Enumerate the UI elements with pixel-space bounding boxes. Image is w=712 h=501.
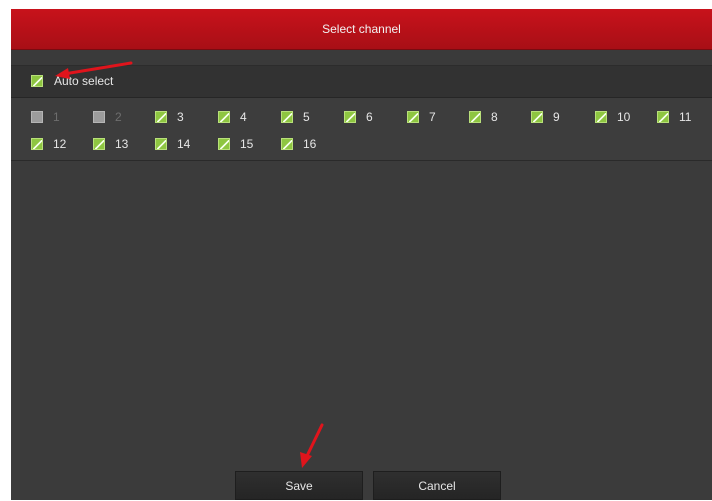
channel-11-checkbox[interactable] (657, 111, 669, 123)
channel-7-checkbox[interactable] (407, 111, 419, 123)
channel-9-label: 9 (553, 110, 560, 124)
channel-12-checkbox[interactable] (31, 138, 43, 150)
channel-5[interactable]: 5 (281, 109, 310, 125)
channel-6-label: 6 (366, 110, 373, 124)
channel-14[interactable]: 14 (155, 136, 190, 152)
save-button[interactable]: Save (235, 471, 363, 500)
channel-12[interactable]: 12 (31, 136, 66, 152)
channel-3-checkbox[interactable] (155, 111, 167, 123)
channel-16[interactable]: 16 (281, 136, 316, 152)
channel-4-checkbox[interactable] (218, 111, 230, 123)
channel-4-label: 4 (240, 110, 247, 124)
auto-select-checkbox[interactable] (31, 75, 43, 87)
channel-9-checkbox[interactable] (531, 111, 543, 123)
channel-15-label: 15 (240, 137, 254, 151)
channel-7[interactable]: 7 (407, 109, 436, 125)
channel-3-label: 3 (177, 110, 184, 124)
title-separator (11, 50, 712, 66)
channel-15[interactable]: 15 (218, 136, 253, 152)
channel-10-label: 10 (617, 110, 631, 124)
channel-13-label: 13 (115, 137, 129, 151)
channel-16-label: 16 (303, 137, 317, 151)
channel-1-checkbox (31, 111, 43, 123)
channel-15-checkbox[interactable] (218, 138, 230, 150)
channel-13[interactable]: 13 (93, 136, 128, 152)
channel-3[interactable]: 3 (155, 109, 184, 125)
channel-8-checkbox[interactable] (469, 111, 481, 123)
channel-14-label: 14 (177, 137, 191, 151)
channel-grid: 1 2 3 4 5 6 7 8 9 10 11 12 13 14 15 16 (11, 98, 712, 161)
channel-5-checkbox[interactable] (281, 111, 293, 123)
channel-2-label: 2 (115, 110, 122, 124)
dialog-title: Select channel (11, 9, 712, 50)
channel-14-checkbox[interactable] (155, 138, 167, 150)
channel-16-checkbox[interactable] (281, 138, 293, 150)
channel-11[interactable]: 11 (657, 109, 691, 125)
channel-10-checkbox[interactable] (595, 111, 607, 123)
channel-6-checkbox[interactable] (344, 111, 356, 123)
channel-4[interactable]: 4 (218, 109, 247, 125)
channel-2-checkbox (93, 111, 105, 123)
select-channel-dialog: Select channel Auto select 1 2 3 4 5 6 7… (11, 9, 712, 500)
channel-8-label: 8 (491, 110, 498, 124)
channel-11-label: 11 (679, 110, 692, 124)
channel-6[interactable]: 6 (344, 109, 373, 125)
channel-7-label: 7 (429, 110, 436, 124)
auto-select-label: Auto select (54, 74, 114, 88)
channel-5-label: 5 (303, 110, 310, 124)
channel-1-label: 1 (53, 110, 60, 124)
cancel-button[interactable]: Cancel (373, 471, 501, 500)
channel-8[interactable]: 8 (469, 109, 498, 125)
channel-10[interactable]: 10 (595, 109, 630, 125)
channel-13-checkbox[interactable] (93, 138, 105, 150)
auto-select-row[interactable]: Auto select (11, 66, 712, 98)
channel-9[interactable]: 9 (531, 109, 560, 125)
channel-12-label: 12 (53, 137, 67, 151)
screen: Select channel Auto select 1 2 3 4 5 6 7… (0, 0, 712, 500)
